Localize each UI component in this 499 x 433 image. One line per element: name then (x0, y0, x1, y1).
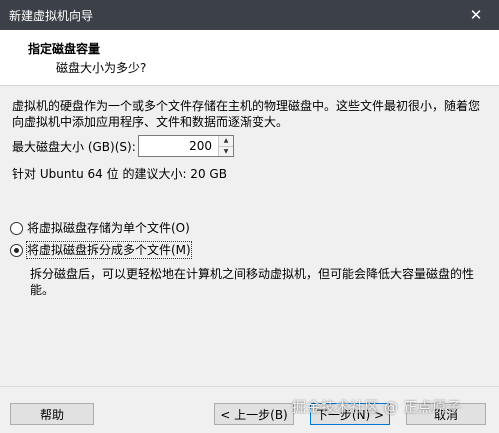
watermark: 掘金技术社区 @ 正点原子 (292, 400, 462, 416)
recommended-size-text: 针对 Ubuntu 64 位 的建议大小: 20 GB (12, 167, 227, 181)
back-button[interactable]: < 上一步(B) (214, 403, 294, 425)
note-line-2: 能。 (30, 283, 55, 297)
close-icon[interactable]: ✕ (453, 0, 499, 30)
page-title: 指定磁盘容量 (28, 42, 101, 56)
title-bar: 新建虚拟机向导 ✕ (0, 0, 499, 30)
split-files-label: 将虚拟磁盘拆分成多个文件(M) (26, 241, 192, 259)
disk-description: 虚拟机的硬盘作为一个或多个文件存储在主机的物理磁盘中。这些文件最初很小，随着您 … (12, 98, 492, 130)
stepper-arrows: ▲ ▼ (218, 136, 233, 156)
single-file-option[interactable]: 将虚拟磁盘存储为单个文件(O) (10, 220, 190, 236)
max-disk-size-label: 最大磁盘大小 (GB)(S): (12, 140, 136, 154)
stepper-down-icon[interactable]: ▼ (219, 145, 233, 156)
max-disk-size-stepper[interactable]: 200 ▲ ▼ (138, 135, 234, 157)
description-line-1: 虚拟机的硬盘作为一个或多个文件存储在主机的物理磁盘中。这些文件最初很小，随着您 (12, 99, 481, 113)
window-title: 新建虚拟机向导 (9, 8, 94, 23)
stepper-up-icon[interactable]: ▲ (219, 136, 233, 146)
split-note: 拆分磁盘后，可以更轻松地在计算机之间移动虚拟机，但可能会降低大容量磁盘的性 能。 (30, 266, 490, 298)
help-button[interactable]: 帮助 (10, 403, 94, 425)
radio-split-files[interactable] (10, 243, 23, 257)
max-disk-size-input[interactable]: 200 (139, 136, 218, 156)
wizard-header: 指定磁盘容量 磁盘大小为多少? (0, 30, 499, 86)
radio-single-file[interactable] (10, 221, 23, 235)
note-line-1: 拆分磁盘后，可以更轻松地在计算机之间移动虚拟机，但可能会降低大容量磁盘的性 (30, 267, 475, 281)
description-line-2: 向虚拟机中添加应用程序、文件和数据而逐渐变大。 (12, 115, 289, 129)
split-files-option[interactable]: 将虚拟磁盘拆分成多个文件(M) (10, 241, 192, 259)
single-file-label: 将虚拟磁盘存储为单个文件(O) (27, 221, 190, 235)
page-subtitle: 磁盘大小为多少? (56, 61, 147, 75)
